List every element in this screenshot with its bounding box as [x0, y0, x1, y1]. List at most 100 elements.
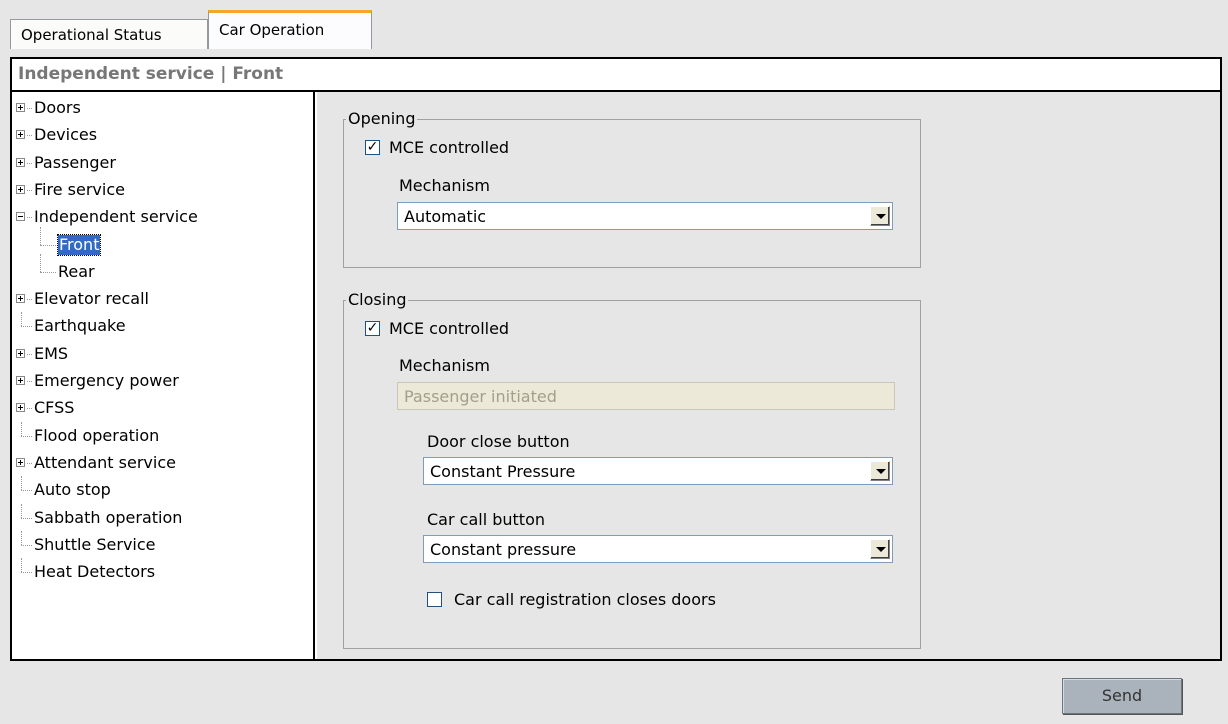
tree-item[interactable]: Shuttle Service [12, 530, 312, 555]
opening-legend: Opening [348, 109, 416, 128]
navigation-tree: Doors Devices Passenger Fire service Indepen… [12, 92, 315, 659]
page-title: Independent service | Front [12, 59, 1220, 92]
tab-operational-status[interactable]: Operational Status [10, 19, 208, 49]
tab-bar: Operational Status Car Operation [10, 10, 1222, 49]
opening-mechanism-label: Mechanism [399, 176, 490, 195]
tree-item-label: Earthquake [34, 316, 126, 336]
tree-item[interactable]: Doors [12, 98, 312, 118]
tree-connector [21, 558, 22, 573]
tree-item[interactable]: CFSS [12, 398, 312, 418]
expand-plus-icon[interactable] [16, 457, 25, 467]
tree-connector [21, 503, 22, 518]
tree-item[interactable]: Front [12, 226, 312, 256]
closing-mechanism-label: Mechanism [399, 356, 490, 375]
car-call-button-label: Car call button [427, 510, 545, 529]
send-button[interactable]: Send [1062, 678, 1182, 714]
tree-item[interactable]: Devices [12, 125, 312, 145]
tree-item[interactable]: Rear [12, 253, 312, 282]
expand-plus-icon[interactable] [16, 157, 25, 167]
tree-item[interactable]: Passenger [12, 153, 312, 173]
tree-item-label: Flood operation [34, 425, 160, 445]
tree-item[interactable]: Earthquake [12, 312, 312, 336]
expand-plus-icon[interactable] [16, 376, 25, 385]
expand-plus-icon[interactable] [16, 103, 25, 112]
tree-connector [27, 108, 32, 109]
tree-item[interactable]: Sabbath operation [12, 503, 312, 528]
tree-connector [40, 271, 56, 273]
tree-item[interactable]: Auto stop [12, 476, 312, 500]
car-call-registration-label: Car call registration closes doors [454, 590, 716, 609]
tree-item[interactable]: EMS [12, 344, 312, 364]
tree-item-label: CFSS [34, 398, 75, 418]
opening-mechanism-value: Automatic [404, 207, 487, 226]
tree-item-label: Doors [34, 98, 81, 117]
chevron-down-icon[interactable] [870, 539, 890, 559]
settings-panel: Opening ✓ MCE controlled Mechanism Autom… [317, 92, 1220, 659]
expand-plus-icon[interactable] [16, 403, 25, 413]
tree-connector [27, 353, 32, 355]
chevron-down-icon[interactable] [870, 461, 890, 481]
tree-connector [27, 162, 32, 164]
tree-connector [27, 189, 32, 191]
expand-plus-icon[interactable] [16, 130, 25, 140]
tree-item-label: Passenger [34, 152, 116, 172]
tree-connector [21, 476, 22, 491]
tree-connector [21, 421, 22, 436]
tree-connector [27, 135, 32, 137]
car-call-registration-checkbox[interactable] [427, 592, 442, 607]
door-close-button-select[interactable]: Constant Pressure [423, 457, 893, 485]
tree-item-label: EMS [34, 343, 69, 363]
opening-mce-checkbox[interactable]: ✓ [365, 140, 380, 155]
tree-item[interactable]: Attendant service [12, 453, 312, 473]
tree-item-label: Shuttle Service [34, 534, 156, 554]
door-close-button-label: Door close button [427, 432, 570, 451]
tree-connector [27, 381, 32, 382]
door-close-button-value: Constant Pressure [430, 462, 576, 481]
tree-connector [21, 326, 32, 328]
tree-item[interactable]: Heat Detectors [12, 558, 312, 582]
collapse-minus-icon[interactable] [16, 212, 25, 222]
tree-connector [27, 408, 32, 410]
tree-connector [21, 312, 22, 327]
tree-connector [21, 572, 32, 574]
chevron-down-icon[interactable] [870, 206, 890, 226]
tree-connector [27, 462, 32, 464]
closing-mce-label: MCE controlled [389, 319, 510, 338]
car-call-button-value: Constant pressure [430, 540, 577, 559]
opening-mechanism-select[interactable]: Automatic [397, 202, 893, 230]
closing-legend: Closing [348, 290, 407, 309]
tab-car-operation[interactable]: Car Operation [208, 10, 372, 49]
expand-plus-icon[interactable] [16, 184, 25, 194]
expand-plus-icon[interactable] [16, 294, 25, 304]
tree-connector [21, 435, 32, 437]
opening-mce-label: MCE controlled [389, 138, 510, 157]
tree-connector [21, 490, 32, 492]
closing-mce-checkbox[interactable]: ✓ [365, 321, 380, 336]
tree-item[interactable]: Independent service [12, 207, 312, 227]
tree-item-label: Elevator recall [34, 289, 149, 309]
tree-connector [27, 217, 32, 219]
closing-mechanism-value: Passenger initiated [404, 387, 557, 406]
tree-item-label: Fire service [34, 179, 125, 199]
tree-connector [40, 253, 41, 272]
tree-connector [21, 530, 22, 545]
tree-item[interactable]: Flood operation [12, 421, 312, 446]
tree-item-label: Devices [34, 125, 98, 145]
tree-item-label: Heat Detectors [34, 562, 156, 582]
car-call-button-select[interactable]: Constant pressure [423, 535, 893, 563]
tree-item[interactable]: Elevator recall [12, 289, 312, 309]
tree-item-label: Independent service [34, 207, 198, 227]
tree-item[interactable]: Emergency power [12, 371, 312, 391]
tree-connector [40, 244, 56, 246]
closing-mechanism-field: Passenger initiated [397, 382, 895, 410]
tree-item-label: Attendant service [34, 452, 176, 472]
tree-item[interactable]: Fire service [12, 180, 312, 200]
tree-item-label: Auto stop [34, 480, 111, 500]
tree-connector [21, 517, 32, 519]
tree-item-label: Sabbath operation [34, 507, 183, 527]
expand-plus-icon[interactable] [16, 348, 25, 358]
tree-item-label: Emergency power [34, 371, 179, 390]
tree-connector [40, 226, 41, 245]
tree-item-label: Rear [58, 261, 95, 281]
tree-item-label: Front [56, 233, 102, 256]
